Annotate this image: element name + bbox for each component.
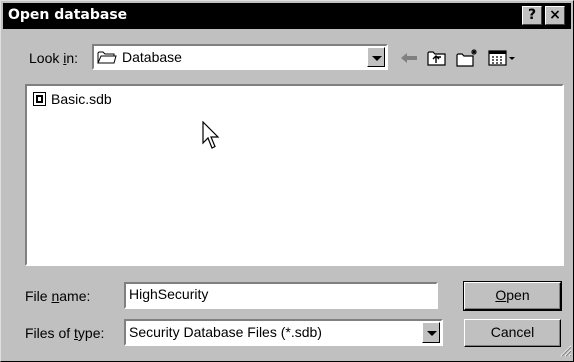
resize-grip-icon[interactable] [558,343,572,360]
up-folder-icon[interactable] [425,47,449,69]
view-menu-icon[interactable] [487,47,523,69]
cancel-button[interactable]: Cancel [464,319,561,347]
file-name-label: File name: [25,288,91,304]
open-button[interactable]: Open [463,281,562,311]
open-database-dialog: Open database ? × Look in: Database Basi… [0,0,574,362]
look-in-value: Database [122,49,182,65]
file-name-label: Basic.sdb [51,91,112,107]
file-name-value: HighSecurity [129,286,209,302]
file-type-label: Files of type: [25,325,105,341]
close-button[interactable]: × [545,6,565,25]
mouse-cursor-icon [202,120,222,154]
back-arrow-icon[interactable] [397,47,421,69]
file-type-value: Security Database Files (*.sdb) [129,324,322,340]
look-in-label: Look in: [29,50,79,66]
file-type-dropdown[interactable]: Security Database Files (*.sdb) [124,319,443,346]
dialog-title: Open database [8,7,128,23]
help-button[interactable]: ? [522,6,542,25]
file-list[interactable]: Basic.sdb [25,84,564,266]
file-type-dropdown-arrow[interactable] [422,322,440,343]
look-in-dropdown[interactable]: Database [92,44,388,70]
folder-icon [97,49,117,68]
database-file-icon [33,92,47,110]
new-folder-icon[interactable] [454,47,480,69]
title-bar[interactable]: Open database ? × [3,3,571,29]
look-in-dropdown-arrow[interactable] [367,47,385,67]
file-name-input[interactable]: HighSecurity [124,282,438,309]
